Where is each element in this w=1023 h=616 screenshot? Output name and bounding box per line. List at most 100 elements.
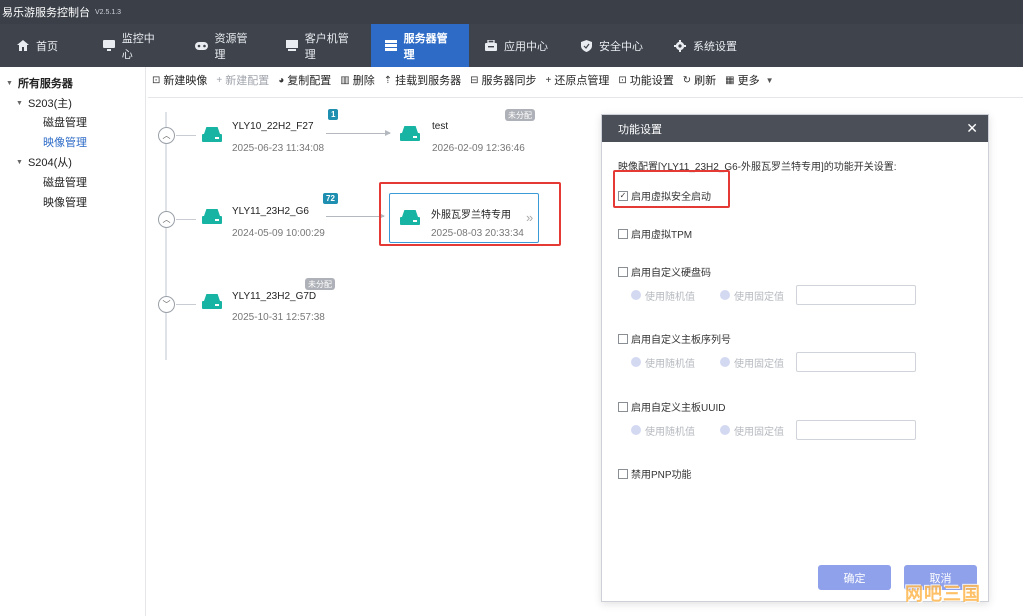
collapse-button[interactable]: ︿ bbox=[158, 211, 175, 228]
connector-line bbox=[176, 219, 196, 220]
fixed-value-radio[interactable]: 使用固定值 bbox=[720, 423, 784, 438]
image-name[interactable]: YLY11_23H2_G7D bbox=[232, 291, 316, 302]
checkbox-icon bbox=[618, 401, 628, 412]
menu-monitor[interactable]: 监控中心 bbox=[82, 24, 177, 67]
copy-config-button[interactable]: ◕ 复制配置 bbox=[278, 72, 331, 88]
image-name[interactable]: YLY11_23H2_G6 bbox=[232, 206, 309, 217]
config-name[interactable]: test bbox=[432, 121, 448, 132]
custom-board-uuid-checkbox[interactable]: 启用自定义主板UUID bbox=[618, 399, 725, 414]
client-pc-icon bbox=[285, 40, 299, 52]
copy-icon: ◕ bbox=[278, 74, 285, 86]
config-name[interactable]: 外服瓦罗兰特专用 bbox=[431, 206, 511, 221]
delete-button[interactable]: ▥ 删除 bbox=[340, 72, 374, 88]
double-chevron-right-icon[interactable]: » bbox=[526, 210, 533, 225]
caret-down-icon: ▼ bbox=[765, 75, 774, 85]
tree-s203-image-management[interactable]: 映像管理 bbox=[43, 134, 87, 150]
image-disk-icon[interactable] bbox=[202, 209, 222, 225]
connector-line bbox=[176, 304, 196, 305]
connector-line bbox=[176, 135, 196, 136]
image-name[interactable]: YLY10_22H2_F27 bbox=[232, 121, 314, 132]
new-image-button[interactable]: ⊡ 新建映像 bbox=[152, 72, 207, 88]
menu-label: 资源管理 bbox=[214, 32, 248, 61]
feature-settings-button[interactable]: ⊡ 功能设置 bbox=[618, 72, 673, 88]
menu-system-settings[interactable]: 系统设置 bbox=[659, 24, 759, 67]
feature-settings-dialog: 功能设置 ✕ 映像配置[YLY11_23H2_G6-外服瓦罗兰特专用]的功能开关… bbox=[601, 114, 989, 602]
tree-s204-image-management[interactable]: 映像管理 bbox=[43, 194, 87, 210]
app-center-icon bbox=[484, 40, 498, 52]
caret-down-icon: ▼ bbox=[16, 99, 23, 107]
close-icon[interactable]: ✕ bbox=[966, 120, 978, 137]
radio-label: 使用随机值 bbox=[645, 358, 695, 370]
sync-icon: ⊟ bbox=[470, 74, 479, 86]
config-disk-icon bbox=[400, 210, 420, 226]
arrow-right-icon bbox=[326, 130, 391, 136]
confirm-button[interactable]: 确定 bbox=[818, 565, 891, 590]
radio-label: 使用固定值 bbox=[734, 291, 784, 303]
disk-code-input[interactable] bbox=[796, 285, 916, 305]
menu-resource[interactable]: 资源管理 bbox=[177, 24, 269, 67]
checkbox-icon bbox=[618, 266, 628, 277]
app-title: 易乐游服务控制台 bbox=[2, 7, 90, 19]
fixed-value-radio[interactable]: 使用固定值 bbox=[720, 288, 784, 303]
custom-board-serial-checkbox[interactable]: 启用自定义主板序列号 bbox=[618, 331, 731, 346]
custom-disk-code-checkbox[interactable]: 启用自定义硬盘码 bbox=[618, 264, 711, 279]
refresh-icon: ↻ bbox=[682, 74, 692, 86]
random-value-radio[interactable]: 使用随机值 bbox=[631, 423, 695, 438]
server-sync-button[interactable]: ⊟ 服务器同步 bbox=[470, 72, 536, 88]
tree-s204-disk-management[interactable]: 磁盘管理 bbox=[43, 174, 87, 190]
checkbox-label: 启用自定义主板UUID bbox=[631, 403, 726, 414]
checkbox-icon bbox=[618, 228, 628, 239]
checkbox-label: 启用自定义主板序列号 bbox=[631, 335, 731, 346]
menu-label: 监控中心 bbox=[121, 32, 155, 61]
button-label: 更多 bbox=[737, 75, 760, 87]
menu-label: 首页 bbox=[36, 40, 58, 53]
tree-server-s203[interactable]: ▼ S203(主) bbox=[16, 95, 72, 111]
server-tree: ▼ 所有服务器 ▼ S203(主) 磁盘管理 映像管理 ▼ S204(从) 磁盘… bbox=[0, 67, 146, 616]
image-disk-icon[interactable] bbox=[202, 127, 222, 143]
server-list-icon bbox=[384, 40, 398, 52]
random-value-radio[interactable]: 使用随机值 bbox=[631, 355, 695, 370]
more-button[interactable]: ▦ 更多 ▼ bbox=[725, 72, 773, 88]
menu-server[interactable]: 服务器管理 bbox=[371, 24, 469, 67]
button-label: 删除 bbox=[352, 75, 375, 87]
checkbox-checked-icon: ✓ bbox=[618, 190, 628, 201]
menu-label: 系统设置 bbox=[693, 40, 737, 53]
tree-server-s204[interactable]: ▼ S204(从) bbox=[16, 154, 72, 170]
checkbox-icon bbox=[618, 468, 628, 479]
plus-icon: + bbox=[545, 74, 552, 86]
mount-to-server-button[interactable]: ⇡ 挂载到服务器 bbox=[384, 72, 461, 88]
restore-point-button[interactable]: + 还原点管理 bbox=[546, 72, 610, 88]
secure-boot-checkbox[interactable]: ✓ 启用虚拟安全启动 bbox=[618, 188, 711, 203]
virtual-tpm-checkbox[interactable]: 启用虚拟TPM bbox=[618, 226, 692, 241]
new-config-button[interactable]: + 新建配置 bbox=[216, 72, 269, 88]
expand-button[interactable]: ﹀ bbox=[158, 296, 175, 313]
tree-root-all-servers[interactable]: ▼ 所有服务器 bbox=[6, 75, 73, 91]
collapse-button[interactable]: ︿ bbox=[158, 127, 175, 144]
random-value-radio[interactable]: 使用随机值 bbox=[631, 288, 695, 303]
watermark-logo: 网吧三国 bbox=[905, 584, 981, 604]
caret-down-icon: ▼ bbox=[16, 158, 23, 166]
menu-app-center[interactable]: 应用中心 bbox=[469, 24, 564, 67]
tree-label: S203(主) bbox=[27, 98, 72, 110]
tree-label: 磁盘管理 bbox=[43, 177, 87, 189]
dialog-title: 功能设置 bbox=[618, 123, 662, 136]
fixed-value-radio[interactable]: 使用固定值 bbox=[720, 355, 784, 370]
board-serial-input[interactable] bbox=[796, 352, 916, 372]
disable-pnp-checkbox[interactable]: 禁用PNP功能 bbox=[618, 466, 692, 481]
board-uuid-input[interactable] bbox=[796, 420, 916, 440]
checkbox-label: 启用虚拟TPM bbox=[631, 230, 693, 241]
upload-icon: ⇡ bbox=[383, 74, 393, 86]
menu-home[interactable]: 首页 bbox=[0, 24, 82, 67]
image-time: 2025-10-31 12:57:38 bbox=[232, 312, 325, 323]
button-label: 新建映像 bbox=[163, 75, 208, 87]
radio-label: 使用随机值 bbox=[645, 291, 695, 303]
image-disk-icon[interactable] bbox=[202, 294, 222, 310]
refresh-button[interactable]: ↻ 刷新 bbox=[683, 72, 716, 88]
arrow-right-icon bbox=[326, 213, 385, 219]
config-disk-icon[interactable] bbox=[400, 126, 420, 142]
menu-client[interactable]: 客户机管理 bbox=[269, 24, 371, 67]
tree-s203-disk-management[interactable]: 磁盘管理 bbox=[43, 114, 87, 130]
menu-security[interactable]: 安全中心 bbox=[564, 24, 659, 67]
checkbox-label: 启用虚拟安全启动 bbox=[631, 192, 711, 203]
radio-icon bbox=[720, 425, 730, 435]
